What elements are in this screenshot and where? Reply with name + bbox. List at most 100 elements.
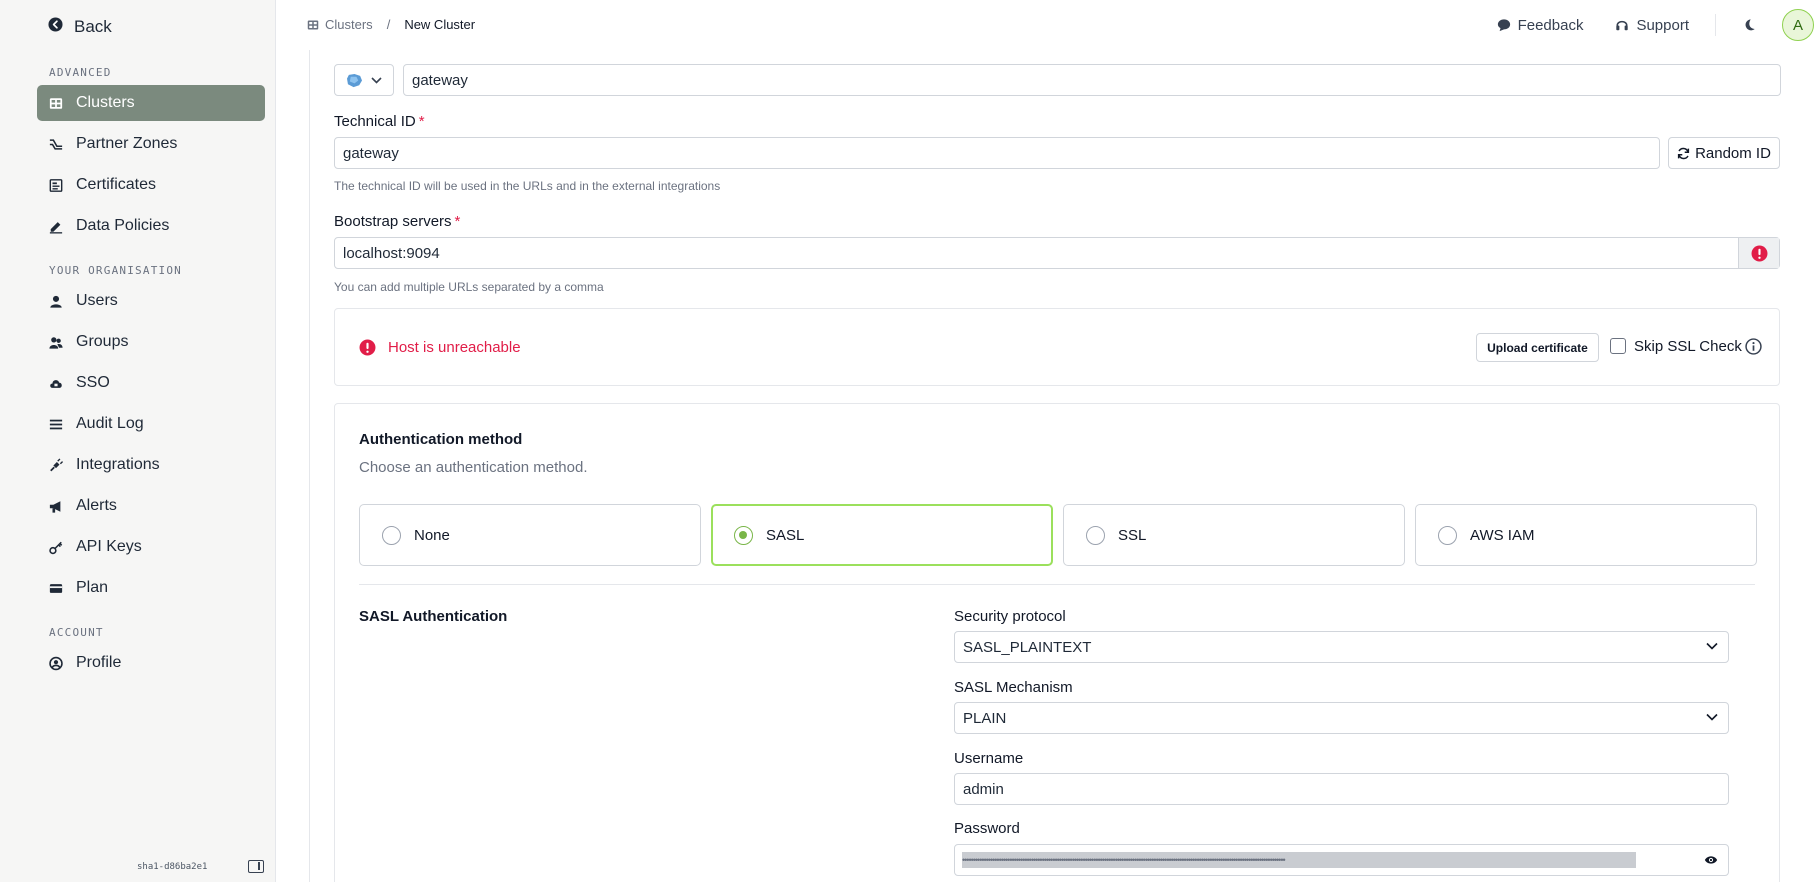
connection-status-box: Host is unreachable Upload certificate S… bbox=[334, 308, 1780, 386]
breadcrumb-clusters-link[interactable]: Clusters bbox=[307, 17, 373, 32]
sidebar-item-data-policies[interactable]: Data Policies bbox=[37, 208, 265, 244]
error-indicator bbox=[1738, 238, 1779, 268]
auth-option-aws-iam[interactable]: AWS IAM bbox=[1415, 504, 1757, 566]
sidebar-item-label: Users bbox=[76, 292, 118, 309]
sidebar-item-label: Partner Zones bbox=[76, 135, 178, 152]
authentication-section: Authentication method Choose an authenti… bbox=[334, 403, 1780, 882]
auth-option-ssl[interactable]: SSL bbox=[1063, 504, 1405, 566]
sidebar-item-label: API Keys bbox=[76, 538, 142, 555]
moon-icon[interactable] bbox=[1742, 18, 1756, 32]
technical-id-label: Technical ID * bbox=[334, 113, 425, 130]
sidebar-item-alerts[interactable]: Alerts bbox=[37, 488, 265, 524]
radio-button-selected bbox=[734, 525, 753, 545]
eye-icon[interactable] bbox=[1704, 854, 1718, 866]
credit-card-icon bbox=[49, 581, 63, 595]
cluster-name-input[interactable]: gateway bbox=[403, 64, 1781, 96]
bootstrap-servers-value: localhost:9094 bbox=[343, 244, 440, 262]
avatar[interactable]: A bbox=[1782, 9, 1814, 41]
sidebar-item-clusters[interactable]: Clusters bbox=[37, 85, 265, 121]
support-label: Support bbox=[1636, 16, 1689, 34]
sidebar-item-users[interactable]: Users bbox=[37, 283, 265, 319]
sidebar-item-label: Data Policies bbox=[76, 217, 170, 234]
auth-option-label: None bbox=[414, 526, 450, 544]
feedback-label: Feedback bbox=[1517, 16, 1584, 34]
info-icon[interactable] bbox=[1745, 338, 1762, 355]
auth-title: Authentication method bbox=[359, 431, 523, 448]
support-button[interactable]: Support bbox=[1615, 17, 1689, 34]
sidebar-item-profile[interactable]: Profile bbox=[37, 645, 265, 681]
skip-ssl-label: Skip SSL Check bbox=[1634, 338, 1742, 355]
sidebar-item-certificates[interactable]: Certificates bbox=[37, 167, 265, 203]
chat-bubble-icon bbox=[1497, 19, 1510, 32]
arrow-left-circle-icon bbox=[48, 17, 63, 37]
back-label: Back bbox=[74, 17, 112, 36]
skip-ssl-checkbox[interactable] bbox=[1610, 338, 1626, 354]
cluster-icon-picker[interactable] bbox=[334, 64, 394, 96]
sidebar-item-label: SSO bbox=[76, 374, 110, 391]
section-label-advanced: ADVANCED bbox=[49, 66, 112, 79]
main-content: gateway Technical ID * gateway Random ID … bbox=[309, 50, 1820, 882]
random-id-button[interactable]: Random ID bbox=[1668, 137, 1780, 169]
feedback-button[interactable]: Feedback bbox=[1497, 16, 1584, 34]
section-label-organisation: YOUR ORGANISATION bbox=[49, 264, 182, 277]
top-bar: Clusters / New Cluster Feedback Support … bbox=[277, 0, 1820, 50]
divider bbox=[359, 584, 1755, 585]
sidebar-item-label: Audit Log bbox=[76, 415, 144, 432]
user-circle-icon bbox=[49, 656, 63, 670]
bootstrap-servers-input[interactable]: localhost:9094 bbox=[334, 237, 1780, 269]
sidebar-item-label: Certificates bbox=[76, 176, 157, 193]
sidebar-item-label: Plan bbox=[76, 579, 109, 596]
user-icon bbox=[49, 294, 63, 308]
breadcrumb: Clusters / New Cluster bbox=[307, 17, 475, 32]
cloud-lock-icon bbox=[49, 376, 63, 390]
security-protocol-select[interactable]: SASL_PLAINTEXT bbox=[954, 631, 1729, 663]
kafka-cluster-icon bbox=[347, 73, 362, 87]
chevron-down-icon bbox=[1706, 642, 1718, 650]
password-label: Password bbox=[954, 820, 1020, 837]
chevron-down-icon bbox=[1706, 713, 1718, 721]
connection-error: Host is unreachable bbox=[359, 339, 521, 356]
upload-certificate-button[interactable]: Upload certificate bbox=[1476, 333, 1599, 362]
random-id-label: Random ID bbox=[1695, 144, 1771, 162]
breadcrumb-parent: Clusters bbox=[325, 17, 373, 32]
auth-option-label: AWS IAM bbox=[1470, 526, 1535, 544]
refresh-icon bbox=[1677, 147, 1690, 159]
breadcrumb-separator: / bbox=[386, 17, 391, 32]
headset-icon bbox=[1616, 20, 1629, 31]
password-masked-value: ••••••••••••••••••••••••••••••••••••••••… bbox=[962, 852, 1636, 868]
sidebar-item-integrations[interactable]: Integrations bbox=[37, 447, 265, 483]
sidebar: Back ADVANCED Clusters Partner Zones Cer… bbox=[0, 0, 276, 882]
sidebar-item-audit-log[interactable]: Audit Log bbox=[37, 406, 265, 442]
auth-option-sasl[interactable]: SASL bbox=[711, 504, 1053, 566]
bootstrap-servers-label: Bootstrap servers * bbox=[334, 213, 461, 230]
username-label: Username bbox=[954, 750, 1024, 767]
technical-id-help: The technical ID will be used in the URL… bbox=[334, 179, 721, 193]
technical-id-input[interactable]: gateway bbox=[334, 137, 1660, 169]
clusters-icon bbox=[307, 20, 319, 29]
back-button[interactable]: Back bbox=[48, 17, 112, 37]
sidebar-item-plan[interactable]: Plan bbox=[37, 570, 265, 606]
sidebar-item-label: Profile bbox=[76, 654, 122, 671]
certificate-icon bbox=[49, 178, 63, 192]
error-icon bbox=[1751, 245, 1767, 261]
username-value: admin bbox=[963, 780, 1004, 798]
sidebar-item-groups[interactable]: Groups bbox=[37, 324, 265, 360]
key-icon bbox=[49, 540, 63, 554]
sidebar-item-sso[interactable]: SSO bbox=[37, 365, 265, 401]
sidebar-item-label: Integrations bbox=[76, 456, 160, 473]
sidebar-item-label: Groups bbox=[76, 333, 129, 350]
error-icon bbox=[359, 339, 376, 356]
auth-option-none[interactable]: None bbox=[359, 504, 701, 566]
partner-zones-icon bbox=[49, 137, 63, 151]
password-input[interactable]: ••••••••••••••••••••••••••••••••••••••••… bbox=[954, 844, 1729, 876]
toggle-sidebar-icon[interactable] bbox=[248, 860, 264, 873]
users-group-icon bbox=[49, 335, 63, 349]
sidebar-item-api-keys[interactable]: API Keys bbox=[37, 529, 265, 565]
security-protocol-value: SASL_PLAINTEXT bbox=[963, 638, 1092, 656]
username-input[interactable]: admin bbox=[954, 773, 1729, 805]
sidebar-item-label: Clusters bbox=[76, 94, 135, 111]
sidebar-item-label: Alerts bbox=[76, 497, 117, 514]
sidebar-item-partner-zones[interactable]: Partner Zones bbox=[37, 126, 265, 162]
sasl-mechanism-select[interactable]: PLAIN bbox=[954, 702, 1729, 734]
error-message: Host is unreachable bbox=[388, 339, 521, 356]
